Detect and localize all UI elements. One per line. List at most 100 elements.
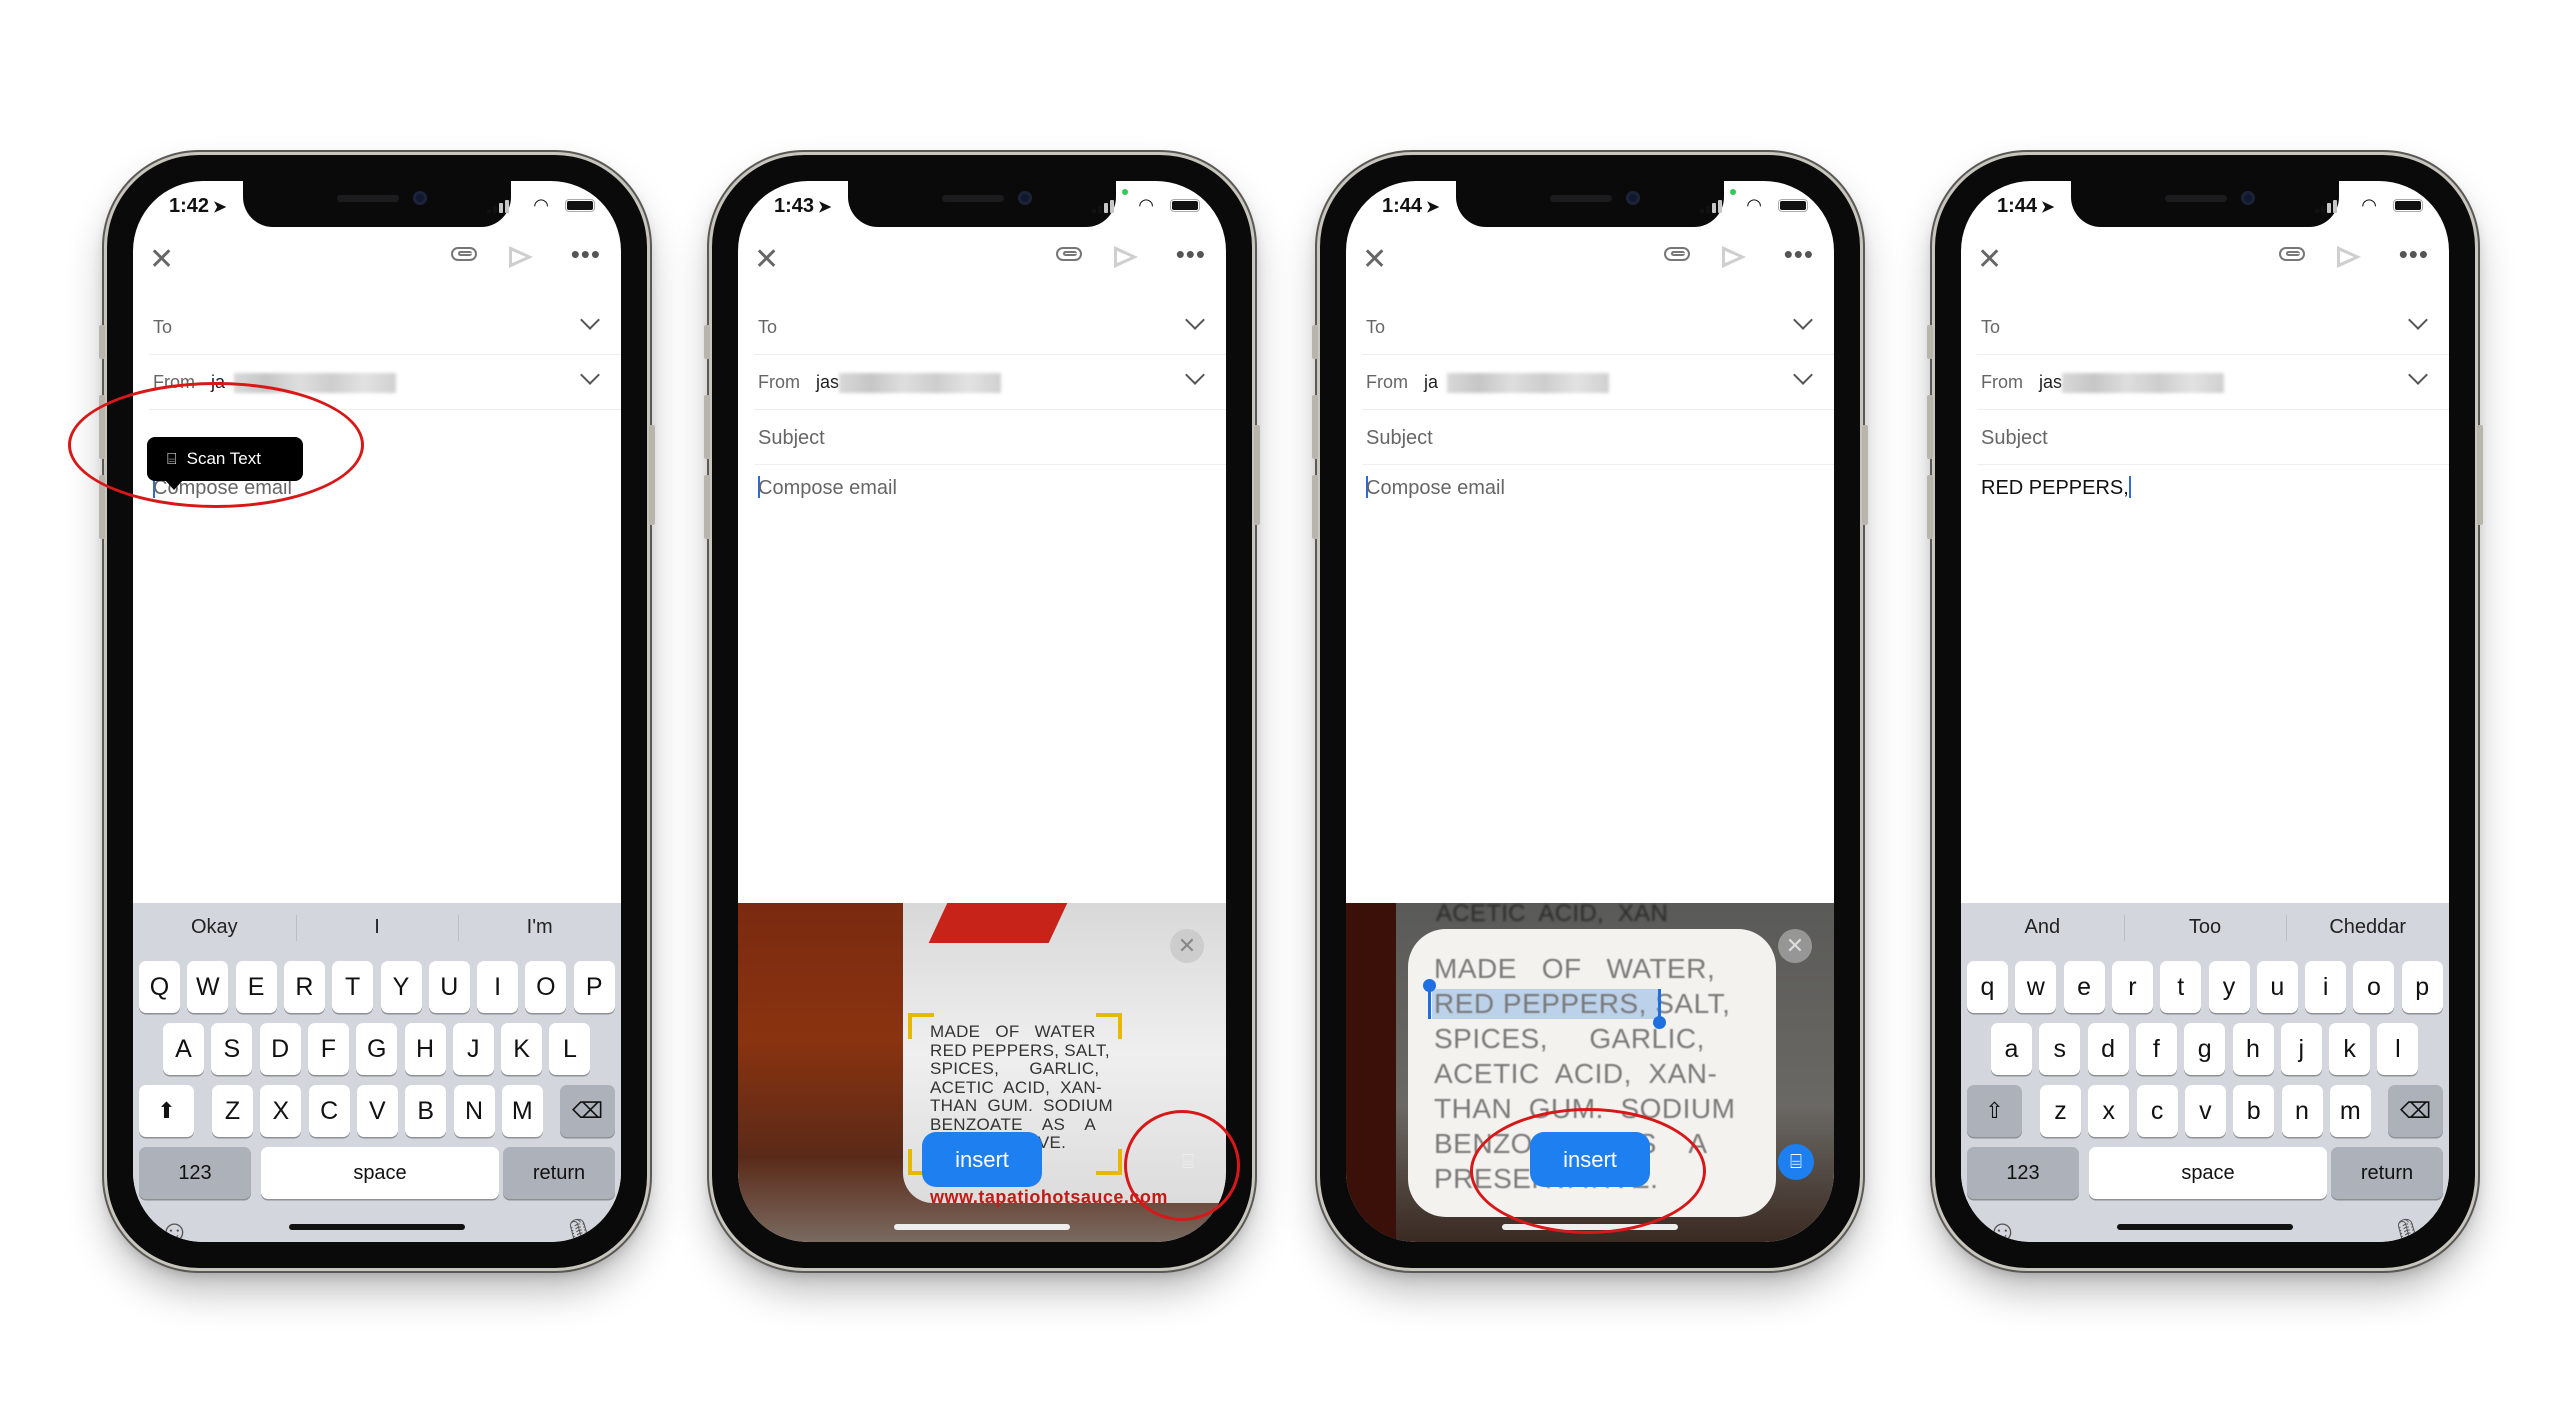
send-icon[interactable] — [509, 246, 533, 268]
suggestion-item[interactable]: I — [295, 903, 459, 951]
key[interactable]: S — [211, 1023, 253, 1075]
paperclip-icon[interactable] — [451, 247, 477, 261]
more-dots-icon[interactable]: ••• — [2399, 239, 2429, 270]
key[interactable]: C — [308, 1085, 350, 1137]
key[interactable]: A — [163, 1023, 204, 1075]
key[interactable]: K — [501, 1023, 543, 1075]
key[interactable]: V — [356, 1085, 398, 1137]
key[interactable]: b — [2233, 1085, 2275, 1137]
key[interactable]: X — [260, 1085, 302, 1137]
selection-end-handle[interactable] — [1653, 989, 1666, 1029]
close-scan-button[interactable]: ✕ — [1778, 929, 1812, 963]
key[interactable]: R — [283, 961, 325, 1013]
numbers-key[interactable]: 123 — [139, 1147, 251, 1199]
close-icon[interactable]: ✕ — [149, 245, 174, 275]
insert-button[interactable]: insert — [1530, 1132, 1650, 1187]
key[interactable]: z — [2040, 1085, 2081, 1137]
send-icon[interactable] — [1722, 246, 1746, 268]
key[interactable]: I — [477, 961, 519, 1013]
numbers-key[interactable]: 123 — [1967, 1147, 2079, 1199]
subject-field[interactable]: Subject — [1977, 409, 2449, 465]
send-icon[interactable] — [2337, 246, 2361, 268]
key[interactable]: h — [2232, 1023, 2274, 1075]
key[interactable]: L — [549, 1023, 591, 1075]
insert-button[interactable]: insert — [922, 1132, 1042, 1187]
delete-key[interactable]: ⌫ — [560, 1085, 615, 1137]
chevron-down-icon[interactable] — [2408, 365, 2428, 385]
chevron-down-icon[interactable] — [580, 365, 600, 385]
from-field[interactable]: From ja — [149, 354, 621, 410]
suggestion-item[interactable]: Too — [2123, 903, 2287, 951]
chevron-down-icon[interactable] — [1793, 365, 1813, 385]
key[interactable]: D — [259, 1023, 301, 1075]
emoji-icon[interactable]: ☺ — [1987, 1215, 2018, 1242]
key[interactable]: m — [2329, 1085, 2371, 1137]
close-icon[interactable]: ✕ — [1977, 245, 2002, 275]
return-key[interactable]: return — [503, 1147, 615, 1199]
scan-text-tooltip[interactable]: ⌸ Scan Text — [147, 437, 303, 490]
suggestion-item[interactable]: Okay — [133, 903, 296, 951]
key[interactable]: s — [2039, 1023, 2081, 1075]
close-icon[interactable]: ✕ — [1362, 245, 1387, 275]
from-field[interactable]: From ja — [1362, 354, 1834, 410]
to-field[interactable]: To — [1362, 299, 1834, 355]
key[interactable]: E — [235, 961, 277, 1013]
key[interactable]: d — [2087, 1023, 2129, 1075]
suggestion-item[interactable]: I'm — [458, 903, 621, 951]
space-key[interactable]: space — [2089, 1147, 2327, 1199]
send-icon[interactable] — [1114, 246, 1138, 268]
compose-body[interactable]: Compose email — [1366, 476, 1505, 500]
key[interactable]: G — [356, 1023, 398, 1075]
key[interactable]: Y — [380, 961, 422, 1013]
key[interactable]: y — [2208, 961, 2250, 1013]
shift-key[interactable]: ⇧ — [1967, 1085, 2022, 1137]
key[interactable]: Z — [212, 1085, 253, 1137]
key[interactable]: u — [2256, 961, 2298, 1013]
key[interactable]: J — [452, 1023, 494, 1075]
chevron-down-icon[interactable] — [1793, 310, 1813, 330]
key[interactable]: F — [307, 1023, 349, 1075]
subject-field[interactable]: Subject — [754, 409, 1226, 465]
scan-text-icon[interactable]: ⌸ — [1170, 1144, 1206, 1180]
key[interactable]: t — [2160, 961, 2202, 1013]
key[interactable]: g — [2184, 1023, 2226, 1075]
key[interactable]: e — [2063, 961, 2105, 1013]
key[interactable]: B — [405, 1085, 447, 1137]
key[interactable]: c — [2136, 1085, 2178, 1137]
scan-text-icon[interactable]: ⌸ — [1778, 1144, 1814, 1180]
selection-start-handle[interactable] — [1423, 979, 1436, 1019]
chevron-down-icon[interactable] — [2408, 310, 2428, 330]
key[interactable]: W — [187, 961, 229, 1013]
key[interactable]: i — [2305, 961, 2347, 1013]
key[interactable]: N — [453, 1085, 495, 1137]
to-field[interactable]: To — [149, 299, 621, 355]
key[interactable]: a — [1991, 1023, 2032, 1075]
from-field[interactable]: From jas — [1977, 354, 2449, 410]
paperclip-icon[interactable] — [1664, 247, 1690, 261]
key[interactable]: o — [2353, 961, 2395, 1013]
key[interactable]: k — [2329, 1023, 2371, 1075]
subject-field[interactable]: Subject — [1362, 409, 1834, 465]
chevron-down-icon[interactable] — [1185, 365, 1205, 385]
more-dots-icon[interactable]: ••• — [1176, 239, 1206, 270]
suggestion-item[interactable]: And — [1961, 903, 2124, 951]
key[interactable]: H — [404, 1023, 446, 1075]
close-icon[interactable]: ✕ — [754, 245, 779, 275]
space-key[interactable]: space — [261, 1147, 499, 1199]
key[interactable]: x — [2088, 1085, 2130, 1137]
key[interactable]: O — [525, 961, 567, 1013]
from-field[interactable]: From jas — [754, 354, 1226, 410]
suggestion-item[interactable]: Cheddar — [2286, 903, 2449, 951]
key[interactable]: l — [2377, 1023, 2419, 1075]
key[interactable]: p — [2401, 961, 2443, 1013]
compose-body[interactable]: RED PEPPERS, — [1981, 476, 2131, 500]
key[interactable]: j — [2280, 1023, 2322, 1075]
chevron-down-icon[interactable] — [580, 310, 600, 330]
delete-key[interactable]: ⌫ — [2388, 1085, 2443, 1137]
microphone-icon[interactable]: 🎙 — [2390, 1217, 2423, 1242]
more-dots-icon[interactable]: ••• — [1784, 239, 1814, 270]
key[interactable]: f — [2135, 1023, 2177, 1075]
key[interactable]: q — [1967, 961, 2008, 1013]
key[interactable]: M — [501, 1085, 543, 1137]
more-dots-icon[interactable]: ••• — [571, 239, 601, 270]
